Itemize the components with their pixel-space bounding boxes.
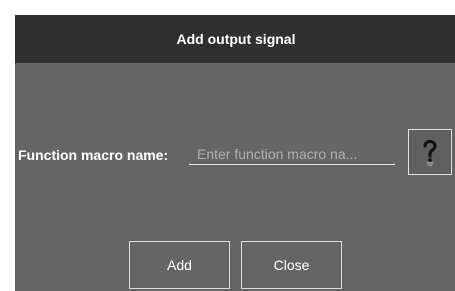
function-macro-name-label: Function macro name: <box>18 147 169 163</box>
close-button[interactable]: Close <box>241 241 342 289</box>
function-macro-name-input[interactable] <box>189 143 395 165</box>
help-button[interactable] <box>408 129 452 175</box>
dialog-title: Add output signal <box>176 31 296 47</box>
add-output-signal-dialog: Add output signal Function macro name: A… <box>15 15 455 291</box>
add-button[interactable]: Add <box>129 241 230 289</box>
dialog-titlebar: Add output signal <box>15 15 455 63</box>
question-lightbulb-icon <box>423 139 437 166</box>
